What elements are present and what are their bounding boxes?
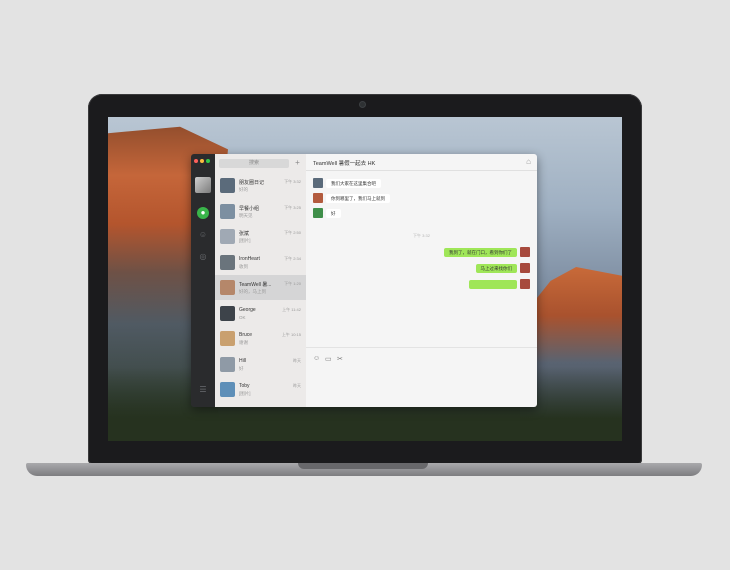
conversation-item[interactable]: Toby 昨天 [图片] (215, 377, 306, 402)
conversation-item[interactable]: 朋友圈日记 下午 3:32 好的 (215, 173, 306, 198)
emoji-icon[interactable]: ☺ (313, 355, 320, 362)
message-avatar[interactable] (520, 263, 530, 273)
more-icon[interactable]: ⌂ (526, 157, 531, 166)
conversation-name: 早餐小组 (239, 205, 260, 212)
contact-avatar (220, 280, 235, 295)
conversation-time: 下午 3:32 (284, 179, 301, 184)
contact-avatar (220, 203, 235, 219)
received-message: 好 (326, 209, 341, 218)
sent-message (469, 280, 517, 289)
received-message: 我们大家在这里集合吧 (326, 179, 381, 188)
chat-header-divider (306, 170, 537, 171)
conversation-item[interactable]: 早餐小组 下午 3:25 明天见 (215, 199, 306, 224)
conversation-preview: 好的 (239, 187, 248, 192)
time-divider: 下午 3:32 (413, 233, 430, 238)
conversation-item[interactable]: TeamWell 暑... 下午 1:20 好的，马上到 (215, 275, 306, 300)
chat-icon[interactable]: ● (197, 207, 209, 219)
received-message: 你到哪里了，我们马上就到 (326, 194, 390, 203)
laptop-notch (298, 463, 428, 469)
conversation-item[interactable]: Bruce 上午 10:15 谢谢 (215, 326, 306, 351)
message-avatar[interactable] (313, 193, 323, 203)
add-chat-button[interactable]: + (293, 158, 302, 168)
conversation-name: Toby (239, 383, 250, 389)
conversation-preview: 收到 (239, 263, 248, 269)
sent-message: 马上过来找你们 (475, 264, 517, 273)
message-avatar[interactable] (520, 279, 530, 289)
conversation-list: 搜索 + 朋友圈日记 下午 3:32 好的 早餐小组 下午 3:25 明天见 张斌 下午 2:… (215, 154, 307, 407)
conversation-name: George (239, 306, 256, 313)
app-sidebar: ● ☺ ◎ ☰ (191, 154, 215, 407)
search-input[interactable]: 搜索 (219, 159, 289, 168)
contact-avatar (220, 229, 235, 244)
wechat-window: ● ☺ ◎ ☰ 搜索 + 朋友圈日记 下午 3:32 好的 早餐小组 下午 3:25 明天… (191, 154, 537, 407)
contact-avatar (220, 305, 235, 321)
conversation-name: TeamWell 暑... (239, 282, 272, 288)
conversation-time: 下午 3:25 (284, 204, 301, 210)
sent-message: 我到了，就在门口，看到你们了 (444, 248, 517, 257)
menu-icon[interactable]: ☰ (197, 384, 209, 396)
contact-avatar (220, 178, 235, 193)
conversation-item[interactable]: George 上午 11:42 OK (215, 301, 306, 326)
message-avatar[interactable] (520, 247, 530, 257)
window-controls (194, 159, 210, 163)
contact-avatar (220, 382, 235, 397)
conversation-item[interactable]: IronHeart 下午 2:34 收到 (215, 250, 306, 275)
conversation-name: Hill (239, 357, 246, 364)
conversation-time: 上午 10:15 (281, 332, 301, 337)
contact-avatar (220, 331, 235, 346)
minimize-button[interactable] (200, 159, 204, 163)
message-avatar[interactable] (313, 208, 323, 218)
conversation-preview: OK (239, 314, 246, 320)
my-avatar[interactable] (195, 177, 211, 193)
message-avatar[interactable] (313, 178, 323, 188)
conversation-time: 下午 2:34 (284, 255, 301, 261)
maximize-button[interactable] (206, 159, 210, 163)
contact-avatar (220, 356, 235, 372)
conversation-name: IronHeart (239, 255, 260, 262)
conversation-item[interactable]: 张斌 下午 2:50 [图片] (215, 224, 306, 249)
conversation-time: 昨天 (293, 383, 301, 388)
conversation-time: 下午 1:20 (284, 281, 301, 286)
conversation-time: 下午 2:50 (284, 230, 301, 235)
webcam (360, 102, 365, 107)
conversation-preview: [图片] (239, 238, 251, 243)
chat-title: TeamWell 暑假一起去 HK (313, 161, 376, 167)
chat-panel: TeamWell 暑假一起去 HK ⌂ 下午 3:32 我们大家在这里集合吧 你到… (306, 154, 537, 407)
favorites-icon[interactable]: ◎ (197, 251, 209, 263)
scissors-icon[interactable]: ✂ (337, 355, 343, 363)
input-divider (306, 347, 537, 348)
conversation-preview: 好的，马上到 (239, 289, 266, 294)
conversation-name: 张斌 (239, 231, 250, 237)
conversation-time: 上午 11:42 (282, 306, 301, 312)
close-button[interactable] (194, 159, 198, 163)
conversation-name: Bruce (239, 332, 253, 338)
folder-icon[interactable]: ▭ (325, 355, 332, 363)
contact-avatar (220, 254, 235, 270)
conversation-preview: 明天见 (239, 212, 253, 218)
conversation-name: 朋友圈日记 (239, 180, 265, 186)
conversation-item[interactable]: Hill 昨天好 (215, 352, 306, 377)
conversation-preview: 好 (239, 365, 244, 371)
conversation-time: 昨天 (293, 357, 301, 363)
conversation-preview: 谢谢 (239, 340, 248, 345)
conversation-preview: [图片] (239, 391, 251, 396)
contacts-icon[interactable]: ☺ (197, 229, 209, 241)
